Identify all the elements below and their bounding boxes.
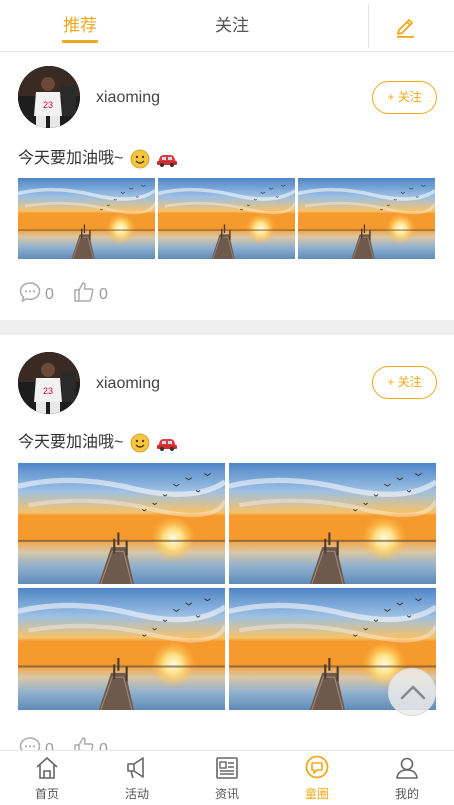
follow-button[interactable]: + 关注 [372, 366, 437, 399]
comment-count: 0 [45, 741, 54, 750]
comment-icon [19, 737, 41, 750]
tab-recommend[interactable]: 推荐 [40, 0, 120, 52]
top-tab-bar: 推荐 关注 [0, 0, 454, 52]
divider [368, 4, 369, 48]
follow-button[interactable]: + 关注 [372, 81, 437, 114]
post-text-content: 今天要加油哦~ [18, 434, 124, 451]
post-text: 今天要加油哦~ [18, 428, 178, 453]
thumbs-up-icon [74, 282, 94, 302]
news-icon [216, 757, 238, 779]
post-text: 今天要加油哦~ [18, 144, 178, 169]
nav-mine[interactable]: 我的 [362, 751, 452, 805]
comment-count: 0 [45, 286, 54, 303]
thumbs-up-icon [74, 737, 94, 750]
post-text-content: 今天要加油哦~ [18, 150, 124, 167]
car-icon [157, 438, 178, 451]
post-image[interactable] [18, 463, 225, 584]
like-button[interactable]: 0 [72, 280, 122, 306]
tab-following-label: 关注 [215, 16, 249, 35]
nav-activities[interactable]: 活动 [92, 751, 182, 805]
like-count: 0 [99, 286, 108, 303]
post-image[interactable] [158, 178, 295, 259]
post-card: xiaoming + 关注 今天要加油哦~ 0 0 [0, 52, 454, 320]
tab-recommend-label: 推荐 [63, 16, 97, 35]
post-card: xiaoming + 关注 今天要加油哦~ 0 0 [0, 335, 454, 750]
nav-home[interactable]: 首页 [2, 751, 92, 805]
avatar[interactable] [18, 352, 80, 414]
smiley-face-icon [130, 433, 150, 453]
like-button[interactable]: 0 [72, 735, 122, 750]
like-count: 0 [99, 741, 108, 750]
avatar[interactable] [18, 66, 80, 128]
comment-button[interactable]: 0 [18, 280, 68, 306]
pencil-icon [397, 19, 414, 38]
post-image[interactable] [298, 178, 435, 259]
username[interactable]: xiaoming [96, 375, 160, 393]
feed[interactable]: xiaoming + 关注 今天要加油哦~ 0 0 xiaoming + 关注 … [0, 52, 454, 750]
post-actions: 0 0 [18, 280, 218, 306]
post-image[interactable] [229, 463, 436, 584]
home-icon [36, 757, 58, 779]
nav-news-label: 资讯 [214, 787, 239, 801]
post-image[interactable] [18, 588, 225, 710]
comment-icon [19, 282, 41, 303]
edit-post-button[interactable] [390, 12, 420, 40]
smiley-face-icon [130, 149, 150, 169]
bottom-nav: 首页 活动 资讯 童圈 我的 [0, 750, 454, 805]
comment-button[interactable]: 0 [18, 735, 68, 750]
nav-mine-label: 我的 [394, 787, 419, 801]
nav-circle[interactable]: 童圈 [272, 751, 362, 805]
chevron-up-icon [400, 685, 426, 700]
nav-home-label: 首页 [34, 787, 59, 801]
post-image[interactable] [18, 178, 155, 259]
user-icon [396, 757, 418, 779]
nav-circle-label: 童圈 [304, 787, 329, 801]
chat-bubble-icon [305, 755, 329, 779]
car-icon [157, 154, 178, 167]
nav-news[interactable]: 资讯 [182, 751, 272, 805]
username[interactable]: xiaoming [96, 89, 160, 107]
megaphone-icon [127, 757, 144, 779]
scroll-to-top-button[interactable] [388, 668, 436, 716]
post-separator [0, 320, 454, 335]
nav-activities-label: 活动 [124, 787, 149, 801]
active-tab-indicator [62, 40, 98, 43]
post-actions: 0 0 [18, 735, 218, 750]
tab-following[interactable]: 关注 [192, 0, 272, 52]
